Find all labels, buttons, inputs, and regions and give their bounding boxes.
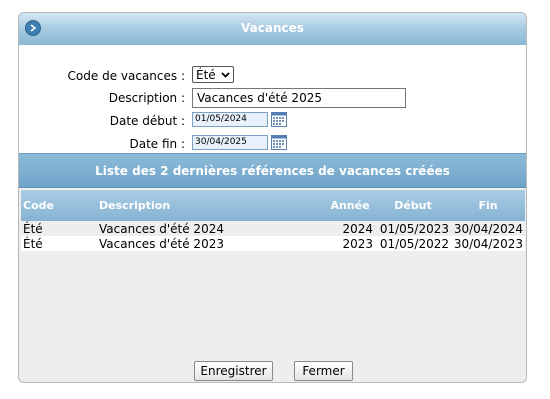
description-input[interactable]: Vacances d'été 2025 — [192, 88, 406, 108]
column-header-description[interactable]: Description — [97, 190, 325, 221]
close-button[interactable]: Fermer — [294, 361, 353, 381]
description-row: Description : Vacances d'été 2025 — [19, 88, 526, 108]
cell-description: Vacances d'été 2023 — [99, 236, 224, 251]
start-date-label: Date début : — [109, 114, 185, 128]
code-select-value: Été — [196, 68, 216, 82]
list-title: Liste des 2 dernières références de vaca… — [95, 164, 450, 178]
table-row[interactable]: Été Vacances d'été 2023 2023 01/05/2022 … — [21, 236, 525, 251]
cell-code: Été — [23, 221, 43, 236]
cell-year: 2024 — [342, 221, 373, 236]
end-date-input[interactable]: 30/04/2025 — [192, 135, 268, 150]
cell-end: 30/04/2023 — [453, 236, 523, 251]
cell-start: 01/05/2022 — [379, 236, 449, 251]
cell-description: Vacances d'été 2024 — [99, 221, 224, 236]
cell-year: 2023 — [342, 236, 373, 251]
cell-end: 30/04/2024 — [453, 221, 523, 236]
code-label: Code de vacances : — [67, 69, 185, 83]
vacation-table: Code Description Année Début Fin Été Vac… — [21, 190, 525, 251]
table-row[interactable]: Été Vacances d'été 2024 2024 01/05/2023 … — [21, 221, 525, 236]
end-date-label: Date fin : — [129, 137, 185, 151]
code-row: Code de vacances : Été — [19, 66, 526, 86]
column-header-end[interactable]: Fin — [451, 190, 525, 221]
start-date-input[interactable]: 01/05/2024 — [192, 112, 268, 127]
calendar-icon[interactable] — [271, 111, 287, 127]
calendar-icon[interactable] — [271, 134, 287, 150]
chevron-down-icon — [221, 72, 230, 78]
vacation-form: Code de vacances : Été Description : Vac… — [19, 45, 526, 153]
cell-start: 01/05/2023 — [379, 221, 449, 236]
column-header-year[interactable]: Année — [325, 190, 375, 221]
code-select[interactable]: Été — [192, 66, 234, 83]
dialog-titlebar: Vacances — [19, 13, 526, 46]
column-header-code[interactable]: Code — [21, 190, 97, 221]
save-button[interactable]: Enregistrer — [194, 361, 273, 381]
table-header-row: Code Description Année Début Fin — [21, 190, 525, 221]
dialog-title: Vacances — [241, 21, 304, 35]
description-label: Description : — [108, 91, 185, 105]
list-header: Liste des 2 dernières références de vaca… — [19, 153, 526, 188]
cell-code: Été — [23, 236, 43, 251]
column-header-start[interactable]: Début — [375, 190, 451, 221]
start-date-row: Date début : 01/05/2024 — [19, 111, 526, 131]
vacances-dialog: Vacances Code de vacances : Été Descript… — [18, 12, 527, 383]
end-date-row: Date fin : 30/04/2025 — [19, 134, 526, 154]
